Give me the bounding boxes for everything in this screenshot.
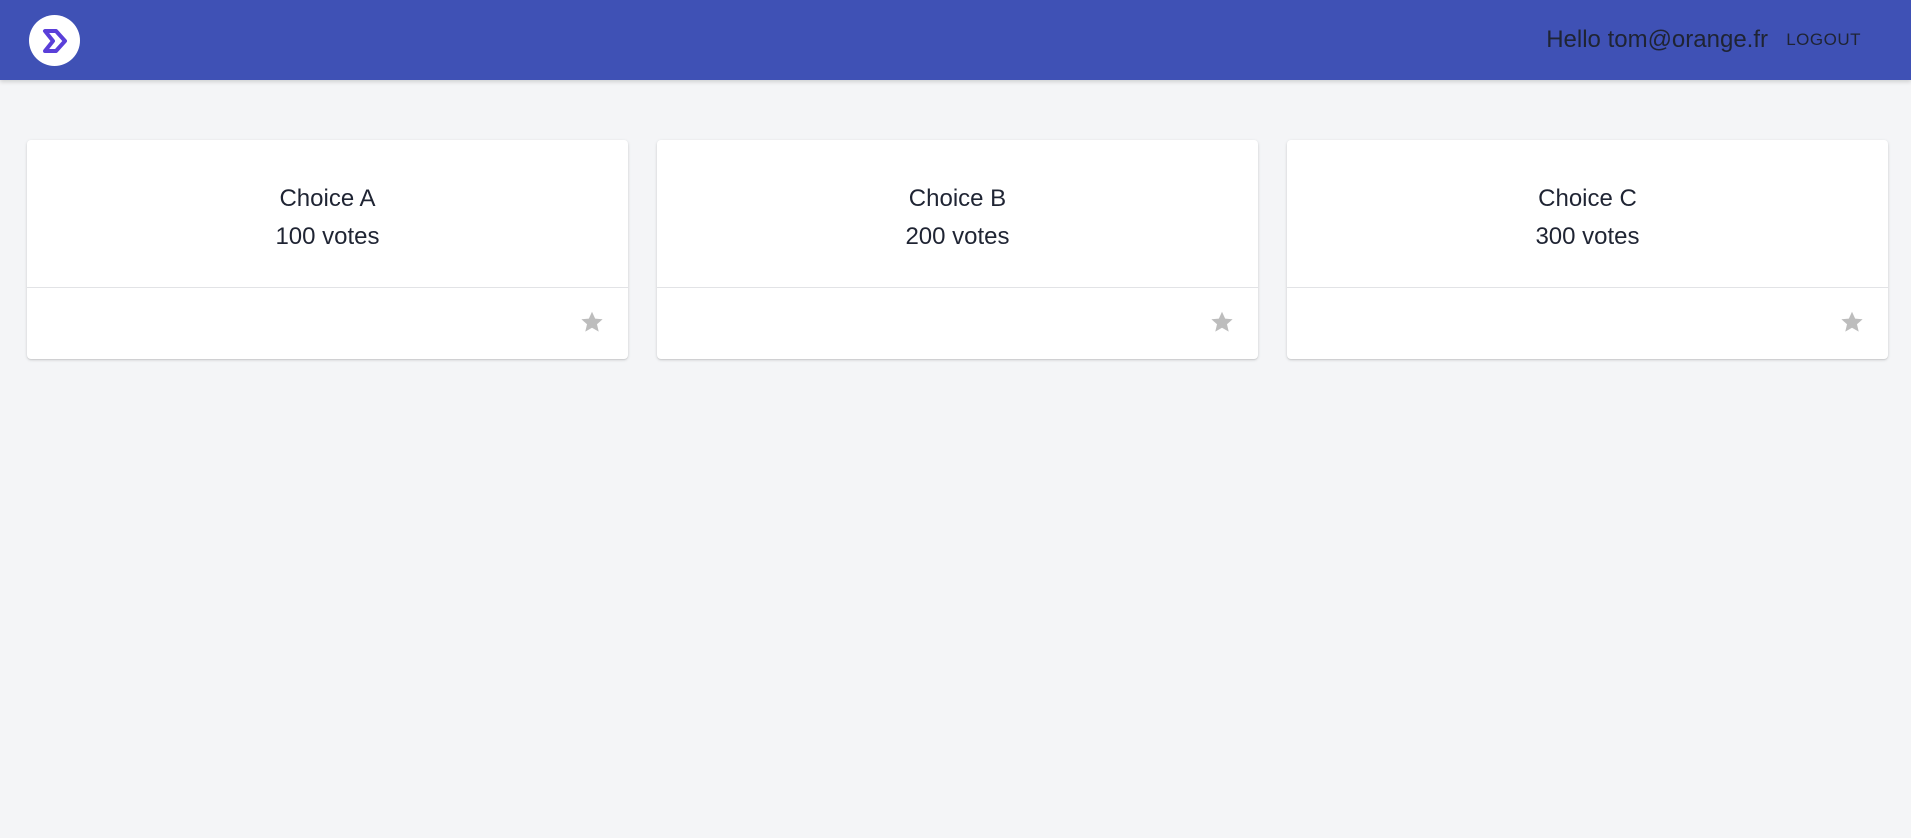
logout-button[interactable]: LOGOUT (1778, 24, 1869, 56)
user-greeting: Hello tom@orange.fr (1546, 26, 1768, 53)
choices-list: Choice A 100 votes Choice B 200 votes Ch… (27, 140, 1889, 359)
vote-star-button[interactable] (576, 306, 608, 338)
vote-star-button[interactable] (1836, 306, 1868, 338)
app-logo[interactable] (29, 15, 80, 66)
choice-card-content: Choice B 200 votes (657, 140, 1258, 288)
choice-title: Choice C (1538, 184, 1637, 212)
choice-card-actions (27, 288, 628, 358)
star-icon (1841, 311, 1863, 332)
choice-card: Choice C 300 votes (1287, 140, 1888, 359)
choice-card-content: Choice A 100 votes (27, 140, 628, 288)
choice-votes: 100 votes (275, 222, 380, 250)
brand-chevron-logo-icon (42, 28, 67, 53)
choice-title: Choice B (908, 184, 1007, 212)
choice-card: Choice B 200 votes (657, 140, 1258, 359)
choice-votes: 200 votes (905, 222, 1010, 250)
star-icon (581, 311, 603, 332)
choice-title: Choice A (279, 184, 376, 212)
star-icon (1211, 311, 1233, 332)
choice-card: Choice A 100 votes (27, 140, 628, 359)
app-bar: Hello tom@orange.fr LOGOUT (0, 0, 1911, 80)
choice-card-actions (1287, 288, 1888, 358)
choice-votes: 300 votes (1535, 222, 1640, 250)
vote-star-button[interactable] (1206, 306, 1238, 338)
choice-card-actions (657, 288, 1258, 358)
choice-card-content: Choice C 300 votes (1287, 140, 1888, 288)
